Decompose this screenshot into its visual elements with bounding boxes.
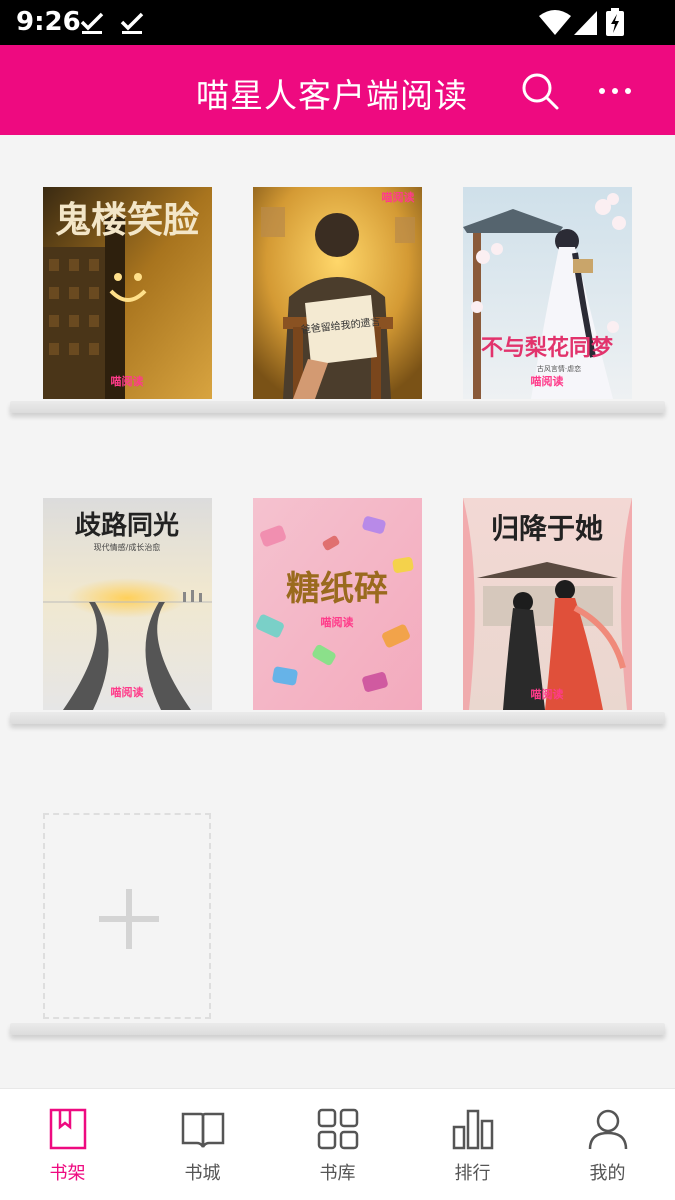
tab-label: 书库 (319, 1163, 356, 1184)
badge-text: 喵阅读 (382, 190, 415, 204)
shelf-board (10, 712, 665, 724)
badge-text: 喵阅读 (531, 374, 564, 388)
bottom-nav: 书架 书城 书库 排行 我的 (0, 1088, 675, 1200)
open-book-icon (181, 1112, 225, 1148)
battery-charging-icon (606, 8, 624, 36)
book-cover[interactable]: 归降于她 喵阅读 (463, 498, 632, 710)
book-title: 鬼楼笑脸 (55, 199, 200, 241)
tab-ranking[interactable]: 排行 (405, 1089, 540, 1200)
shelf-board (10, 1023, 665, 1035)
tab-profile[interactable]: 我的 (540, 1089, 675, 1200)
bookmark-book-icon (49, 1108, 87, 1150)
book-subtitle: 古风言情·虐恋 (537, 364, 581, 373)
book-title: 不与梨花同梦 (481, 335, 614, 361)
book-cover[interactable]: 歧路同光 现代情感/成长治愈 喵阅读 (43, 498, 212, 710)
tab-label: 书架 (49, 1163, 86, 1184)
check-icon (80, 12, 104, 34)
app-bar: 喵星人客户端阅读 (0, 45, 675, 135)
book-title: 歧路同光 (75, 510, 179, 541)
book-cover[interactable]: 不与梨花同梦 古风言情·虐恋 喵阅读 (463, 187, 632, 399)
book-title: 归降于她 (491, 512, 603, 545)
book-cover[interactable]: 糖纸碎 喵阅读 (253, 498, 422, 710)
book-cover[interactable]: 鬼楼笑脸 喵阅读 (43, 187, 212, 399)
more-icon[interactable] (596, 79, 636, 103)
wifi-icon (539, 10, 571, 35)
shelf-board (10, 401, 665, 413)
book-title: 糖纸碎 (286, 569, 388, 609)
add-book-button[interactable] (43, 813, 211, 1019)
book-subtitle: 现代情感/成长治愈 (94, 542, 161, 552)
book-cover[interactable]: 爸爸留给我的遗言 喵阅读 (253, 187, 422, 399)
bookshelf: 鬼楼笑脸 喵阅读 爸爸留给我的遗言 喵阅读 不与梨花同梦 古风言情·虐恋 喵阅读… (0, 135, 675, 1088)
plus-icon (99, 889, 159, 949)
person-icon (588, 1109, 628, 1150)
app-title: 喵星人客户端阅读 (196, 76, 468, 115)
status-bar: 9:26 (0, 0, 675, 45)
badge-text: 喵阅读 (531, 687, 564, 701)
search-icon[interactable] (520, 71, 560, 111)
check-icon (120, 12, 144, 34)
grid-icon (317, 1108, 359, 1150)
bar-chart-icon (452, 1109, 494, 1150)
status-time: 9:26 (16, 7, 81, 37)
tab-bookshelf[interactable]: 书架 (0, 1089, 135, 1200)
tab-label: 排行 (454, 1163, 491, 1184)
tab-library[interactable]: 书库 (270, 1089, 405, 1200)
signal-icon (574, 11, 597, 35)
tab-label: 书城 (184, 1163, 221, 1184)
tab-bookstore[interactable]: 书城 (135, 1089, 270, 1200)
badge-text: 喵阅读 (111, 685, 144, 699)
badge-text: 喵阅读 (321, 615, 354, 629)
tab-label: 我的 (589, 1163, 626, 1184)
badge-text: 喵阅读 (111, 374, 144, 388)
